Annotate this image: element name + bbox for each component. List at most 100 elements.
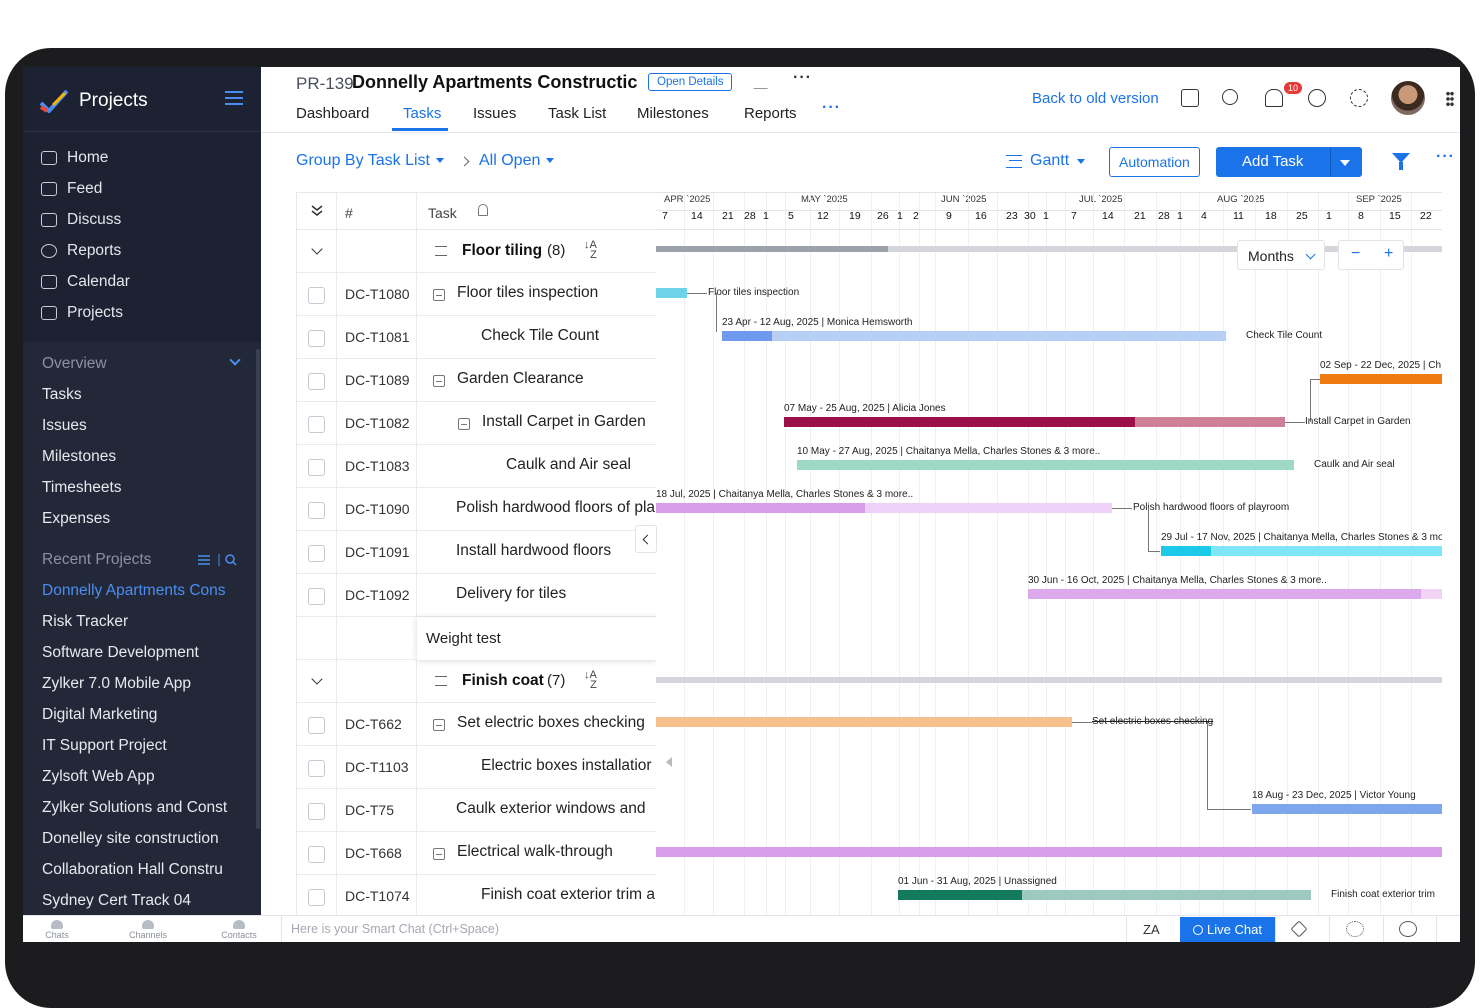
task-bar[interactable] <box>656 288 687 298</box>
automation-button[interactable]: Automation <box>1109 147 1200 177</box>
row-checkbox[interactable] <box>308 588 325 605</box>
chevron-down-icon[interactable] <box>311 243 323 255</box>
view-filter-dropdown[interactable]: All Open <box>479 152 555 170</box>
task-id[interactable]: DC-T1080 <box>345 286 410 302</box>
scroll-left-icon[interactable] <box>666 757 672 767</box>
app-logo[interactable]: Projects <box>39 89 148 113</box>
live-chat-button[interactable]: Live Chat <box>1180 917 1275 942</box>
row-checkbox[interactable] <box>308 373 325 390</box>
timer-icon[interactable] <box>1308 89 1326 107</box>
edit-pen-icon[interactable] <box>753 75 773 89</box>
task-bar[interactable] <box>722 331 1226 341</box>
task-bar[interactable] <box>656 847 1442 857</box>
nav-projects[interactable]: Projects <box>41 304 123 322</box>
reminder-bell-icon[interactable] <box>478 204 488 216</box>
recent-project[interactable]: Zylsoft Web App <box>42 768 242 786</box>
nav-feed[interactable]: Feed <box>41 180 102 198</box>
overview-title[interactable]: Overview <box>42 355 107 373</box>
table-row[interactable]: DC-T662 Set electric boxes checking <box>297 703 656 746</box>
task-name[interactable]: Check Tile Count <box>481 327 599 345</box>
translate-icon[interactable]: ZA <box>1143 922 1160 937</box>
overview-item-milestones[interactable]: Milestones <box>42 448 242 466</box>
add-task-dropdown-icon[interactable] <box>1340 160 1350 166</box>
bell-icon[interactable] <box>1265 89 1283 107</box>
overview-item-expenses[interactable]: Expenses <box>42 510 242 528</box>
task-id[interactable]: DC-T1089 <box>345 372 410 388</box>
task-name[interactable]: Electrical walk-through <box>457 843 613 861</box>
recent-project[interactable]: Risk Tracker <box>42 613 242 631</box>
recent-project[interactable]: Zylker 7.0 Mobile App <box>42 675 242 693</box>
collapse-subtask-icon[interactable] <box>433 375 445 387</box>
collapse-subtask-icon[interactable] <box>433 719 445 731</box>
smart-chat-input[interactable]: Here is your Smart Chat (Ctrl+Space) <box>291 922 499 936</box>
overview-item-issues[interactable]: Issues <box>42 417 242 435</box>
recent-project[interactable]: Sydney Cert Track 04 <box>42 892 242 910</box>
help-icon[interactable] <box>1399 921 1417 937</box>
task-name[interactable]: Install Carpet in Garden <box>482 413 646 431</box>
recent-project[interactable]: IT Support Project <box>42 737 242 755</box>
zoom-out-button[interactable]: − <box>1351 245 1360 263</box>
collapse-subtask-icon[interactable] <box>458 418 470 430</box>
task-name[interactable]: Garden Clearance <box>457 370 584 388</box>
chevron-down-icon[interactable] <box>229 354 241 366</box>
task-id[interactable]: DC-T1103 <box>345 759 409 775</box>
more-actions-icon[interactable]: ··· <box>1436 148 1455 166</box>
row-checkbox[interactable] <box>308 717 325 734</box>
task-id[interactable]: DC-T662 <box>345 716 402 732</box>
table-row[interactable]: DC-T1089 Garden Clearance <box>297 359 656 402</box>
task-name[interactable]: Electric boxes installatior <box>481 757 652 775</box>
group-by-dropdown[interactable]: Group By Task List <box>296 152 444 170</box>
tab-dashboard[interactable]: Dashboard <box>296 105 369 122</box>
task-name[interactable]: Caulk exterior windows and <box>456 800 646 818</box>
task-bar[interactable] <box>1320 374 1442 384</box>
tab-task-list[interactable]: Task List <box>548 105 606 122</box>
search-icon[interactable] <box>1222 89 1238 105</box>
sidebar-scrollbar[interactable] <box>256 349 260 829</box>
app-grid-icon[interactable] <box>1446 91 1454 107</box>
task-id[interactable]: DC-T1091 <box>345 544 410 560</box>
row-checkbox[interactable] <box>308 760 325 777</box>
table-row[interactable]: DC-T1092 Delivery for tiles <box>297 574 656 617</box>
table-row[interactable]: DC-T1080 Floor tiles inspection <box>297 273 656 316</box>
row-checkbox[interactable] <box>308 889 325 906</box>
task-id[interactable]: DC-T1082 <box>345 415 410 431</box>
recent-project[interactable]: Software Development <box>42 644 242 662</box>
recent-project[interactable]: Donelley site construction <box>42 830 242 848</box>
group-row[interactable]: Finish coat (7) ↓A Z <box>297 660 656 703</box>
recent-project-active[interactable]: Donnelly Apartments Cons <box>42 582 242 600</box>
new-task-input[interactable]: Weight test <box>417 617 656 660</box>
table-row[interactable]: DC-T1083 Caulk and Air seal <box>297 445 656 488</box>
pin-icon[interactable] <box>1290 920 1308 938</box>
task-name[interactable]: Caulk and Air seal <box>506 456 631 474</box>
task-bar[interactable] <box>1252 804 1442 814</box>
task-name[interactable]: Floor tiles inspection <box>457 284 598 302</box>
task-bar[interactable] <box>797 460 1294 470</box>
recent-project[interactable]: Zylker Solutions and Const <box>42 799 242 817</box>
sort-icon[interactable]: ↓A Z <box>584 670 597 691</box>
task-name[interactable]: Delivery for tiles <box>456 585 566 603</box>
avatar[interactable] <box>1391 81 1425 115</box>
nav-calendar[interactable]: Calendar <box>41 273 130 291</box>
collapse-subtask-icon[interactable] <box>433 848 445 860</box>
more-tabs-icon[interactable]: ··· <box>822 99 841 117</box>
task-id[interactable]: DC-T1081 <box>345 329 410 345</box>
table-row[interactable]: DC-T668 Electrical walk-through <box>297 832 656 875</box>
table-row[interactable]: DC-T75 Caulk exterior windows and <box>297 789 656 832</box>
row-checkbox[interactable] <box>308 545 325 562</box>
table-row[interactable]: DC-T1082 Install Carpet in Garden <box>297 402 656 445</box>
row-checkbox[interactable] <box>308 459 325 476</box>
add-plus-icon[interactable] <box>1181 89 1199 107</box>
recent-project[interactable]: Collaboration Hall Constru <box>42 861 242 879</box>
tab-milestones[interactable]: Milestones <box>637 105 709 122</box>
table-row[interactable]: DC-T1081 Check Tile Count <box>297 316 656 359</box>
row-checkbox[interactable] <box>308 803 325 820</box>
zoom-in-button[interactable]: + <box>1384 245 1393 263</box>
open-details-button[interactable]: Open Details <box>648 73 733 91</box>
add-task-button[interactable]: Add Task <box>1216 147 1362 177</box>
collapse-grid-button[interactable] <box>635 525 657 553</box>
gear-icon[interactable] <box>1350 89 1368 107</box>
nav-reports[interactable]: Reports <box>41 242 121 260</box>
more-options-icon[interactable]: ··· <box>793 69 812 87</box>
table-row[interactable]: DC-T1091 Install hardwood floors <box>297 531 656 574</box>
nav-home[interactable]: Home <box>41 149 108 167</box>
